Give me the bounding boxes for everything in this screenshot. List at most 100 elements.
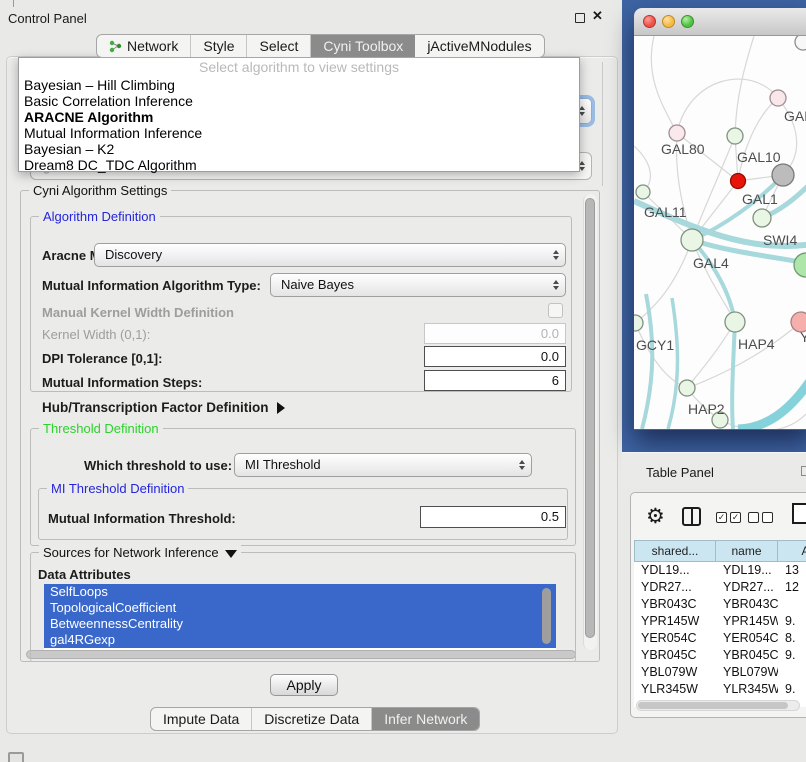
table-row[interactable]: YLR345WYLR345W9.	[634, 681, 806, 698]
table-body[interactable]: YDL19...YDL19...13 YDR27...YDR27...12 YB…	[634, 562, 806, 707]
network-node-label: SWI4	[763, 232, 797, 248]
application-root: Control Panel ✕ Network Style Select Cyn…	[0, 0, 806, 762]
dropdown-item[interactable]: Mutual Information Inference	[19, 125, 579, 141]
control-panel-title: Control Panel	[8, 11, 87, 26]
table-row[interactable]: YDR27...YDR27...12	[634, 579, 806, 596]
hub-section-toggle[interactable]: Hub/Transcription Factor Definition	[42, 400, 285, 415]
tab-discretize-data-label: Discretize Data	[264, 708, 359, 730]
dpi-tolerance-label: DPI Tolerance [0,1]:	[42, 351, 162, 366]
tab-select[interactable]: Select	[247, 35, 311, 57]
cell-shared-name: YBR045C	[634, 647, 716, 664]
cell-shared-name: YPR145W	[634, 613, 716, 630]
column-header-name[interactable]: name	[716, 540, 778, 562]
tab-network-label: Network	[127, 35, 178, 57]
cell-shared-name: YER054C	[634, 630, 716, 647]
aracne-mode-combobox[interactable]: Discovery	[94, 243, 566, 267]
table-row[interactable]: YBL079WYBL079W	[634, 664, 806, 681]
which-threshold-value: MI Threshold	[245, 457, 321, 472]
unchecked-checkbox-icon[interactable]	[762, 512, 773, 523]
columns-icon[interactable]	[682, 507, 701, 526]
list-item[interactable]: gal4RGexp	[44, 632, 556, 648]
dropdown-item[interactable]: Bayesian – K2	[19, 141, 579, 157]
network-canvas[interactable]: GAL GAL80 GAL10 GAL1 GAL11 SWI4 GAL4 GCY…	[634, 36, 806, 429]
mi-threshold-label: Mutual Information Threshold:	[48, 511, 236, 526]
checked-checkbox-icon[interactable]: ✓	[716, 512, 727, 523]
network-window-titlebar[interactable]	[634, 8, 806, 36]
list-scrollbar-thumb[interactable]	[542, 588, 551, 644]
network-node-label: GAL1	[742, 191, 778, 207]
network-window[interactable]: GAL GAL80 GAL10 GAL1 GAL11 SWI4 GAL4 GCY…	[634, 8, 806, 430]
column-header-shared-name[interactable]: shared...	[634, 540, 716, 562]
cell-shared-name: YBL079W	[634, 664, 716, 681]
cyni-settings-title: Cyni Algorithm Settings	[29, 183, 171, 198]
mi-steps-field[interactable]: 6	[424, 370, 566, 391]
table-horizontal-scrollbar-thumb[interactable]	[638, 702, 788, 709]
table-panel-float-icon[interactable]	[801, 466, 806, 476]
minimize-traffic-light-icon[interactable]	[662, 15, 675, 28]
float-panel-icon[interactable]	[575, 13, 585, 23]
dropdown-item[interactable]: Dream8 DC_TDC Algorithm	[19, 157, 579, 173]
tab-cyni-toolbox[interactable]: Cyni Toolbox	[311, 35, 415, 57]
unchecked-checkbox-icon[interactable]	[748, 512, 759, 523]
apply-button[interactable]: Apply	[270, 674, 338, 696]
aracne-mode-value: Discovery	[105, 247, 162, 262]
mi-type-combobox[interactable]: Naive Bayes	[270, 273, 566, 297]
data-attributes-list[interactable]: SelfLoops TopologicalCoefficient Between…	[44, 584, 556, 650]
zoom-traffic-light-icon[interactable]	[681, 15, 694, 28]
tab-impute-data-label: Impute Data	[163, 708, 239, 730]
tab-infer-network-label: Infer Network	[384, 708, 467, 730]
network-node-label: GAL4	[693, 255, 729, 271]
dropdown-prompt: Select algorithm to view settings	[19, 58, 579, 77]
manual-kernel-label: Manual Kernel Width Definition	[42, 305, 234, 320]
settings-vertical-scrollbar-thumb[interactable]	[585, 198, 595, 638]
tab-select-label: Select	[259, 35, 298, 57]
tab-jactivemnodules[interactable]: jActiveMNodules	[415, 35, 543, 57]
list-item[interactable]: SelfLoops	[44, 584, 556, 600]
close-traffic-light-icon[interactable]	[643, 15, 656, 28]
table-row[interactable]: YBR043CYBR043C	[634, 596, 806, 613]
tab-network[interactable]: Network	[97, 35, 191, 57]
mi-threshold-field[interactable]: 0.5	[420, 506, 566, 528]
collapsed-panel-icon[interactable]	[8, 752, 24, 762]
dpi-tolerance-field[interactable]: 0.0	[424, 346, 566, 367]
bottom-tabbar: Impute Data Discretize Data Infer Networ…	[150, 707, 480, 731]
dropdown-item-selected[interactable]: ARACNE Algorithm	[19, 109, 579, 125]
divider-tick	[13, 0, 14, 7]
which-threshold-combobox[interactable]: MI Threshold	[234, 453, 532, 477]
tab-style[interactable]: Style	[191, 35, 247, 57]
column-header-third[interactable]: A	[778, 540, 806, 562]
list-item[interactable]: TopologicalCoefficient	[44, 600, 556, 616]
tab-infer-network[interactable]: Infer Network	[372, 708, 479, 730]
cell-name: YPR145W	[716, 613, 778, 630]
cell-name: YDL19...	[716, 562, 778, 579]
gear-icon[interactable]: ⚙	[646, 504, 665, 530]
cell-value: 8.	[778, 630, 806, 647]
cell-value: 9.	[778, 647, 806, 664]
tab-impute-data[interactable]: Impute Data	[151, 708, 252, 730]
kernel-width-field[interactable]: 0.0	[424, 323, 566, 344]
dropdown-item[interactable]: Basic Correlation Inference	[19, 93, 579, 109]
table-row[interactable]: YDL19...YDL19...13	[634, 562, 806, 579]
sources-title[interactable]: Sources for Network Inference	[39, 545, 241, 560]
table-horizontal-scrollbar[interactable]	[636, 700, 800, 711]
tab-discretize-data[interactable]: Discretize Data	[252, 708, 372, 730]
new-table-icon[interactable]	[792, 503, 806, 524]
network-node-label: GAL80	[661, 141, 705, 157]
checked-checkbox-icon[interactable]: ✓	[730, 512, 741, 523]
sources-title-label: Sources for Network Inference	[43, 545, 219, 560]
panel-inner-border	[602, 62, 603, 186]
network-graph: GAL GAL80 GAL10 GAL1 GAL11 SWI4 GAL4 GCY…	[634, 36, 806, 429]
list-item[interactable]: BetweennessCentrality	[44, 616, 556, 632]
dropdown-item[interactable]: Bayesian – Hill Climbing	[19, 77, 579, 93]
table-row[interactable]: YBR045CYBR045C9.	[634, 647, 806, 664]
manual-kernel-checkbox[interactable]	[548, 303, 563, 318]
threshold-definition-title: Threshold Definition	[39, 421, 163, 436]
table-row[interactable]: YER054CYER054C8.	[634, 630, 806, 647]
algorithm-dropdown-popup: Select algorithm to view settings Bayesi…	[18, 57, 580, 172]
stepper-icon	[553, 280, 559, 290]
table-row[interactable]: YPR145WYPR145W9.	[634, 613, 806, 630]
tab-jactivemnodules-label: jActiveMNodules	[427, 35, 531, 57]
hub-section-label: Hub/Transcription Factor Definition	[42, 400, 269, 415]
close-icon[interactable]: ✕	[592, 8, 603, 24]
network-node-label: HAP2	[688, 401, 725, 417]
